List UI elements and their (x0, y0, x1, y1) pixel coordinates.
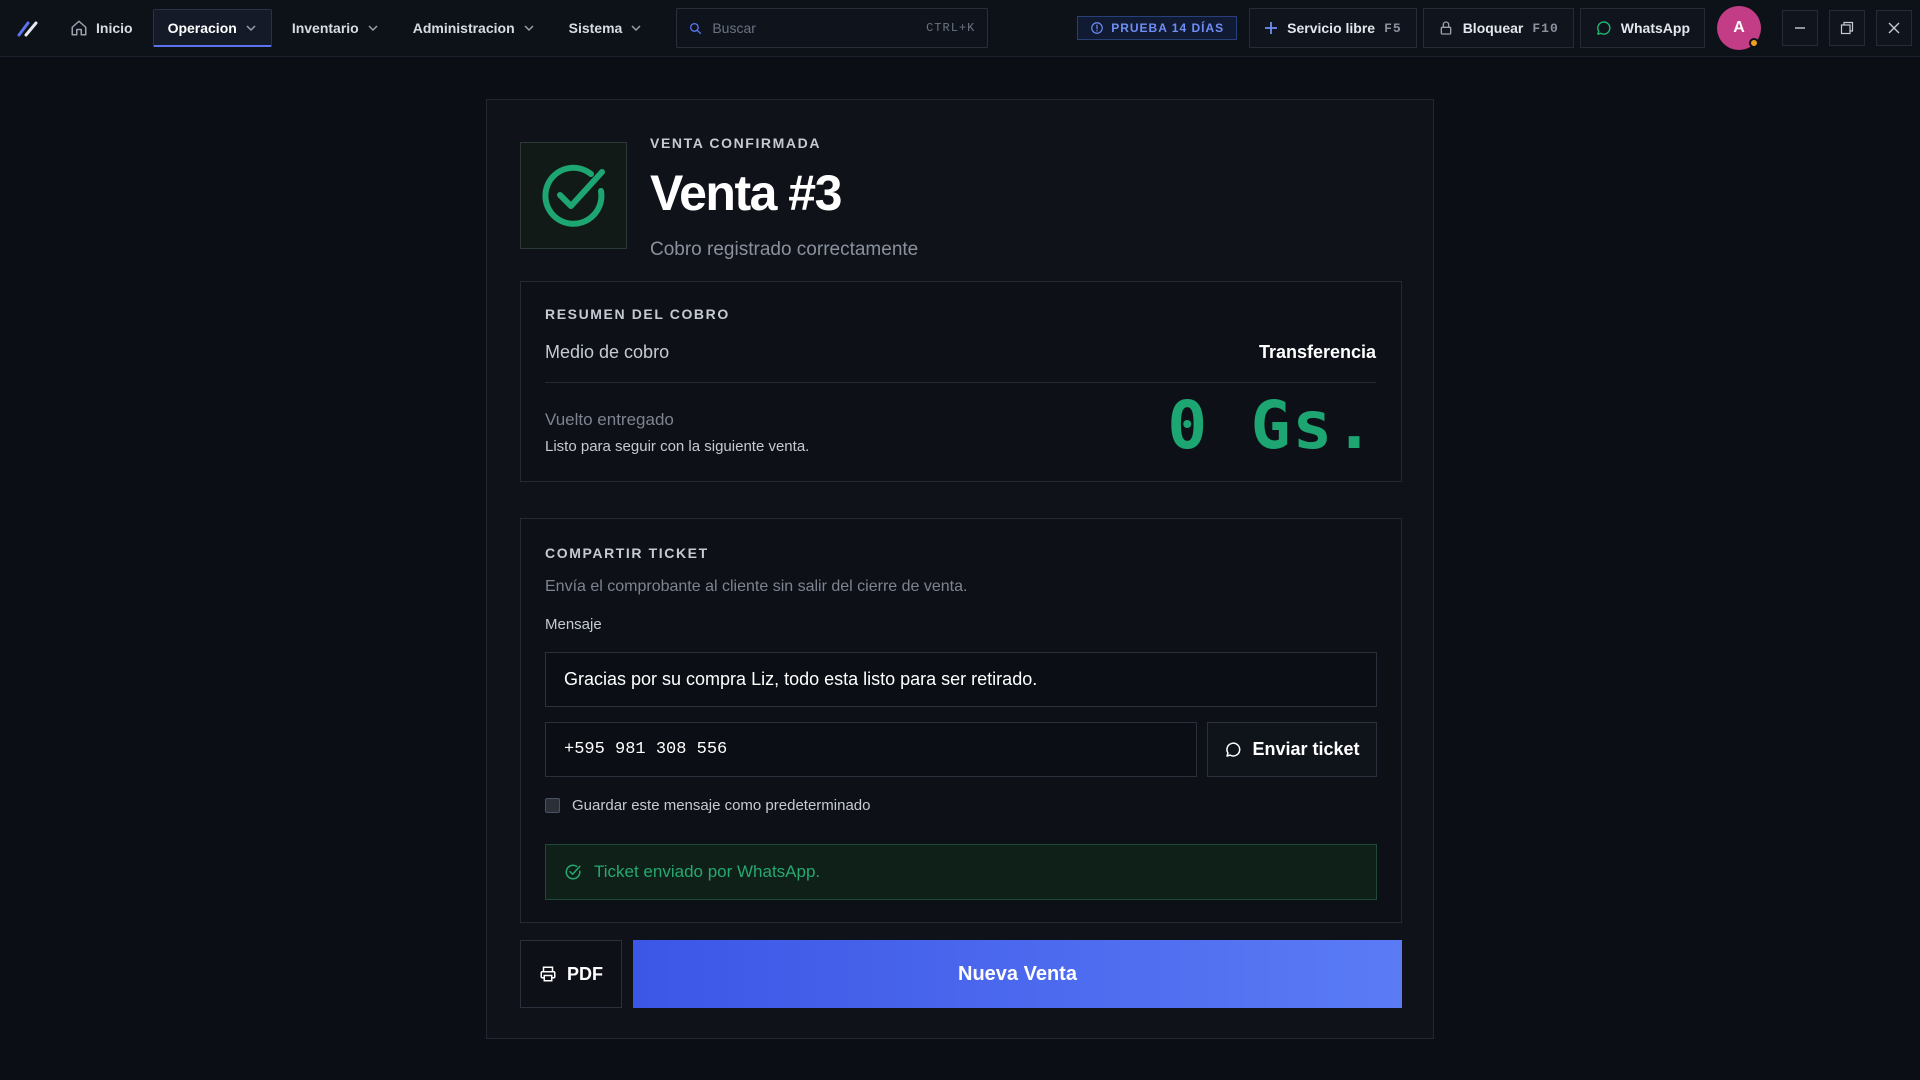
save-default-checkbox[interactable] (545, 798, 560, 813)
avatar-initial: A (1733, 19, 1745, 36)
share-description: Envía el comprobante al cliente sin sali… (545, 578, 968, 595)
service-shortcut: F5 (1384, 20, 1402, 36)
page-title: Venta #3 (650, 165, 842, 221)
share-ticket-panel: COMPARTIR TICKET Envía el comprobante al… (520, 518, 1402, 923)
payment-method-value: Transferencia (1258, 342, 1376, 362)
nav-label: Inicio (96, 20, 133, 36)
nav-label: Inventario (291, 20, 359, 36)
change-amount: 0 Gs. (1167, 387, 1376, 464)
nav-label: Operacion (167, 19, 237, 36)
lock-shortcut: F10 (1532, 20, 1559, 36)
sale-status: VENTA CONFIRMADA (650, 135, 822, 151)
top-right-actions: PRUEBA 14 DÍAS Servicio libre F5 Bloquea… (1077, 6, 1920, 50)
lock-icon (1440, 21, 1452, 35)
check-circle-icon (541, 164, 605, 227)
close-button[interactable] (1876, 10, 1912, 46)
nav-inicio[interactable]: Inicio (56, 9, 147, 47)
lock-button[interactable]: Bloquear F10 (1422, 8, 1574, 48)
info-icon (1091, 22, 1104, 34)
sale-confirmation-card: VENTA CONFIRMADA Venta #3 Cobro registra… (486, 99, 1434, 1039)
restore-icon (1840, 21, 1854, 35)
share-title: COMPARTIR TICKET (545, 545, 709, 561)
summary-title: RESUMEN DEL COBRO (545, 306, 730, 322)
pdf-label: PDF (567, 963, 603, 984)
send-ticket-label: Enviar ticket (1252, 739, 1360, 759)
change-label: Vuelto entregado (545, 410, 674, 429)
success-badge (520, 142, 627, 249)
chevron-down-icon (524, 25, 534, 32)
printer-icon (540, 966, 556, 982)
send-ticket-button[interactable]: Enviar ticket (1207, 722, 1377, 777)
search-input[interactable]: Buscar CTRL+K (676, 8, 989, 48)
payment-summary: RESUMEN DEL COBRO Medio de cobro Transfe… (520, 281, 1402, 482)
sale-header: VENTA CONFIRMADA Venta #3 Cobro registra… (520, 135, 918, 261)
new-sale-button[interactable]: Nueva Venta (633, 940, 1402, 1008)
app-logo[interactable] (0, 0, 56, 57)
search-shortcut: CTRL+K (926, 21, 976, 35)
success-alert: Ticket enviado por WhatsApp. (545, 844, 1377, 900)
check-circle-icon (565, 864, 581, 880)
chevron-down-icon (368, 25, 378, 32)
minimize-icon (1795, 27, 1805, 29)
avatar[interactable]: A (1717, 6, 1761, 50)
plus-icon (1265, 22, 1278, 34)
lock-label: Bloquear (1462, 20, 1524, 36)
whatsapp-label: WhatsApp (1620, 20, 1690, 36)
restore-button[interactable] (1829, 10, 1865, 46)
chevron-down-icon (246, 24, 256, 31)
close-icon (1888, 22, 1900, 34)
pdf-button[interactable]: PDF (520, 940, 622, 1008)
nav-administracion[interactable]: Administracion (399, 9, 549, 47)
home-icon (71, 20, 87, 36)
new-sale-label: Nueva Venta (958, 962, 1077, 985)
minimize-button[interactable] (1782, 10, 1818, 46)
save-default-label: Guardar este mensaje como predeterminado (572, 797, 871, 814)
divider (545, 382, 1376, 383)
nav-operacion[interactable]: Operacion (152, 9, 272, 47)
trial-badge[interactable]: PRUEBA 14 DÍAS (1077, 16, 1238, 40)
search-icon (690, 22, 702, 34)
phone-input[interactable]: +595 981 308 556 (545, 722, 1197, 777)
search-placeholder: Buscar (712, 20, 756, 36)
success-message: Ticket enviado por WhatsApp. (594, 862, 821, 881)
message-input[interactable]: Gracias por su compra Liz, todo esta lis… (545, 652, 1377, 707)
nav-label: Sistema (568, 20, 623, 36)
trial-label: PRUEBA 14 DÍAS (1111, 21, 1225, 35)
chevron-down-icon (631, 25, 641, 32)
save-default-row: Guardar este mensaje como predeterminado (545, 797, 871, 814)
whatsapp-button[interactable]: WhatsApp (1579, 8, 1705, 48)
main-nav: Inicio Operacion Inventario Administraci… (56, 0, 662, 57)
sale-subtitle: Cobro registrado correctamente (650, 239, 919, 260)
logo-icon (17, 21, 38, 37)
service-label: Servicio libre (1287, 20, 1376, 36)
nav-inventario[interactable]: Inventario (278, 9, 393, 47)
status-dot (1749, 38, 1759, 48)
whatsapp-icon (1596, 20, 1611, 35)
change-note: Listo para seguir con la siguiente venta… (545, 438, 810, 455)
payment-method-label: Medio de cobro (545, 342, 670, 362)
top-bar: Inicio Operacion Inventario Administraci… (0, 0, 1920, 57)
nav-sistema[interactable]: Sistema (555, 9, 657, 47)
service-button[interactable]: Servicio libre F5 (1249, 8, 1417, 48)
message-label: Mensaje (545, 616, 602, 633)
chat-icon (1226, 741, 1241, 757)
sale-heading: VENTA CONFIRMADA Venta #3 Cobro registra… (650, 135, 918, 261)
nav-label: Administracion (412, 20, 515, 36)
